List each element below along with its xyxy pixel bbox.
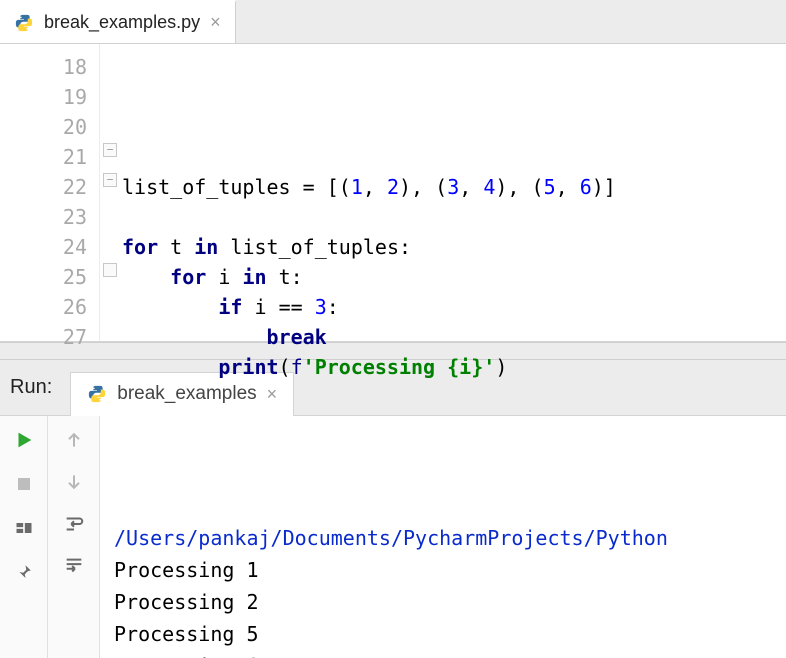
code-line: break: [122, 322, 786, 352]
line-number: 27: [0, 322, 87, 352]
line-number: 24: [0, 232, 87, 262]
console-line: Processing 2: [114, 586, 780, 618]
line-number: 26: [0, 292, 87, 322]
code-line: list_of_tuples = [(1, 2), (3, 4), (5, 6)…: [122, 172, 786, 202]
code-line: [122, 412, 786, 442]
code-line: [122, 202, 786, 232]
fold-toggle-icon[interactable]: −: [103, 173, 117, 187]
line-number: 19: [0, 82, 87, 112]
console-line: Processing 5: [114, 618, 780, 650]
soft-wrap-icon[interactable]: [62, 512, 86, 536]
line-number-gutter: 18 19 20 21 22 23 24 25 26 27: [0, 44, 100, 341]
line-number: 21: [0, 142, 87, 172]
up-arrow-icon[interactable]: [62, 428, 86, 452]
run-toolbar-secondary: [48, 416, 100, 658]
code-editor[interactable]: 18 19 20 21 22 23 24 25 26 27 − − list_o…: [0, 44, 786, 342]
editor-tabs-bar: break_examples.py ×: [0, 0, 786, 44]
run-panel-body: /Users/pankaj/Documents/PycharmProjects/…: [0, 416, 786, 658]
code-line: if i == 3:: [122, 292, 786, 322]
python-run-icon: [87, 384, 107, 404]
console-line: Processing 6: [114, 650, 780, 658]
close-icon[interactable]: ×: [210, 12, 221, 33]
line-number: 23: [0, 202, 87, 232]
code-line: for i in t:: [122, 262, 786, 292]
code-line: [122, 142, 786, 172]
layout-icon[interactable]: [12, 516, 36, 540]
fold-toggle-icon[interactable]: −: [103, 143, 117, 157]
line-number: 22: [0, 172, 87, 202]
stop-icon[interactable]: [12, 472, 36, 496]
fold-gutter: − −: [100, 44, 122, 341]
line-number: 25: [0, 262, 87, 292]
console-output[interactable]: /Users/pankaj/Documents/PycharmProjects/…: [100, 416, 786, 658]
code-line: print(f'Processing {i}'): [122, 352, 786, 382]
console-line: Processing 1: [114, 554, 780, 586]
console-line: /Users/pankaj/Documents/PycharmProjects/…: [114, 522, 780, 554]
line-number: 20: [0, 112, 87, 142]
line-number: 18: [0, 52, 87, 82]
fold-end-icon[interactable]: [103, 263, 117, 277]
run-icon[interactable]: [12, 428, 36, 452]
file-tab-active[interactable]: break_examples.py ×: [0, 0, 236, 43]
code-line: for t in list_of_tuples:: [122, 232, 786, 262]
python-file-icon: [14, 13, 34, 33]
run-toolbar-primary: [0, 416, 48, 658]
run-panel-title: Run:: [0, 376, 70, 399]
scroll-to-end-icon[interactable]: [62, 554, 86, 578]
code-area[interactable]: list_of_tuples = [(1, 2), (3, 4), (5, 6)…: [122, 44, 786, 341]
down-arrow-icon[interactable]: [62, 470, 86, 494]
file-tab-label: break_examples.py: [44, 12, 200, 33]
code-line: [122, 382, 786, 412]
pin-icon[interactable]: [12, 560, 36, 584]
